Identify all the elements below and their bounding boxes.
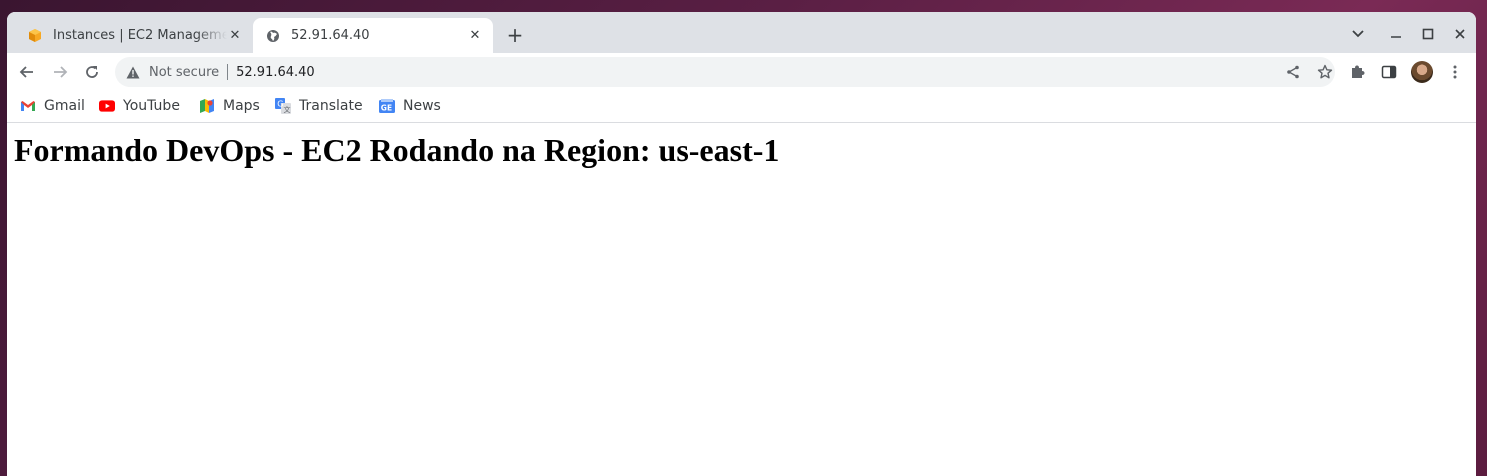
forward-button[interactable]	[49, 61, 71, 83]
toolbar: Not secure 52.91.64.40	[7, 53, 1476, 90]
bookmark-label: News	[403, 98, 441, 114]
bookmark-label: YouTube	[123, 98, 180, 114]
new-tab-button[interactable]: +	[505, 23, 525, 47]
svg-text:G: G	[277, 100, 283, 109]
warning-icon[interactable]	[125, 64, 141, 80]
bookmark-youtube[interactable]: YouTube	[99, 97, 180, 115]
maps-icon	[199, 98, 215, 114]
address-bar[interactable]: Not secure 52.91.64.40	[115, 57, 1335, 87]
reload-button[interactable]	[81, 61, 103, 83]
browser-window: Instances | EC2 Management Console ✕ 52.…	[7, 12, 1476, 476]
translate-icon: G文	[275, 98, 291, 114]
aws-cube-icon	[27, 28, 43, 44]
news-icon: GE	[379, 98, 395, 114]
tab-title: Instances | EC2 Management Console	[53, 28, 227, 43]
back-button[interactable]	[16, 61, 38, 83]
bookmark-label: Maps	[223, 98, 260, 114]
avatar	[1411, 61, 1433, 83]
close-window-button[interactable]	[1450, 24, 1470, 44]
bookmark-gmail[interactable]: Gmail	[20, 97, 85, 115]
tab-title: 52.91.64.40	[291, 28, 370, 43]
maximize-button[interactable]	[1418, 24, 1438, 44]
bookmark-star-icon[interactable]	[1316, 63, 1334, 81]
minimize-button[interactable]	[1386, 24, 1406, 44]
tab-ec2-instances[interactable]: Instances | EC2 Management Console ✕	[15, 18, 253, 53]
page-heading: Formando DevOps - EC2 Rodando na Region:…	[14, 132, 780, 168]
bookmark-maps[interactable]: Maps	[199, 97, 260, 115]
close-icon[interactable]: ✕	[227, 28, 243, 44]
bookmark-label: Gmail	[44, 98, 85, 114]
extensions-puzzle-icon[interactable]	[1346, 61, 1368, 83]
security-status-label[interactable]: Not secure	[149, 65, 219, 80]
youtube-icon	[99, 98, 115, 114]
page-content: Formando DevOps - EC2 Rodando na Region:…	[7, 124, 1476, 476]
bookmark-news[interactable]: GE News	[379, 97, 441, 115]
url-text[interactable]: 52.91.64.40	[236, 65, 315, 80]
tab-search-chevron-icon[interactable]	[1348, 24, 1368, 44]
close-icon[interactable]: ✕	[467, 28, 483, 44]
tab-current-page[interactable]: 52.91.64.40 ✕	[253, 18, 493, 53]
more-menu-icon[interactable]	[1444, 61, 1466, 83]
svg-text:文: 文	[284, 105, 291, 114]
profile-avatar[interactable]	[1411, 61, 1433, 83]
share-icon[interactable]	[1284, 63, 1302, 81]
bookmarks-bar: Gmail YouTube Maps G文 Translate GE News	[7, 90, 1476, 123]
side-panel-icon[interactable]	[1378, 61, 1400, 83]
globe-icon	[265, 28, 281, 44]
gmail-icon	[20, 98, 36, 114]
bookmark-translate[interactable]: G文 Translate	[275, 97, 363, 115]
omnibox-divider	[227, 64, 229, 80]
svg-text:GE: GE	[381, 104, 392, 113]
tab-strip: Instances | EC2 Management Console ✕ 52.…	[7, 12, 1476, 53]
bookmark-label: Translate	[299, 98, 363, 114]
